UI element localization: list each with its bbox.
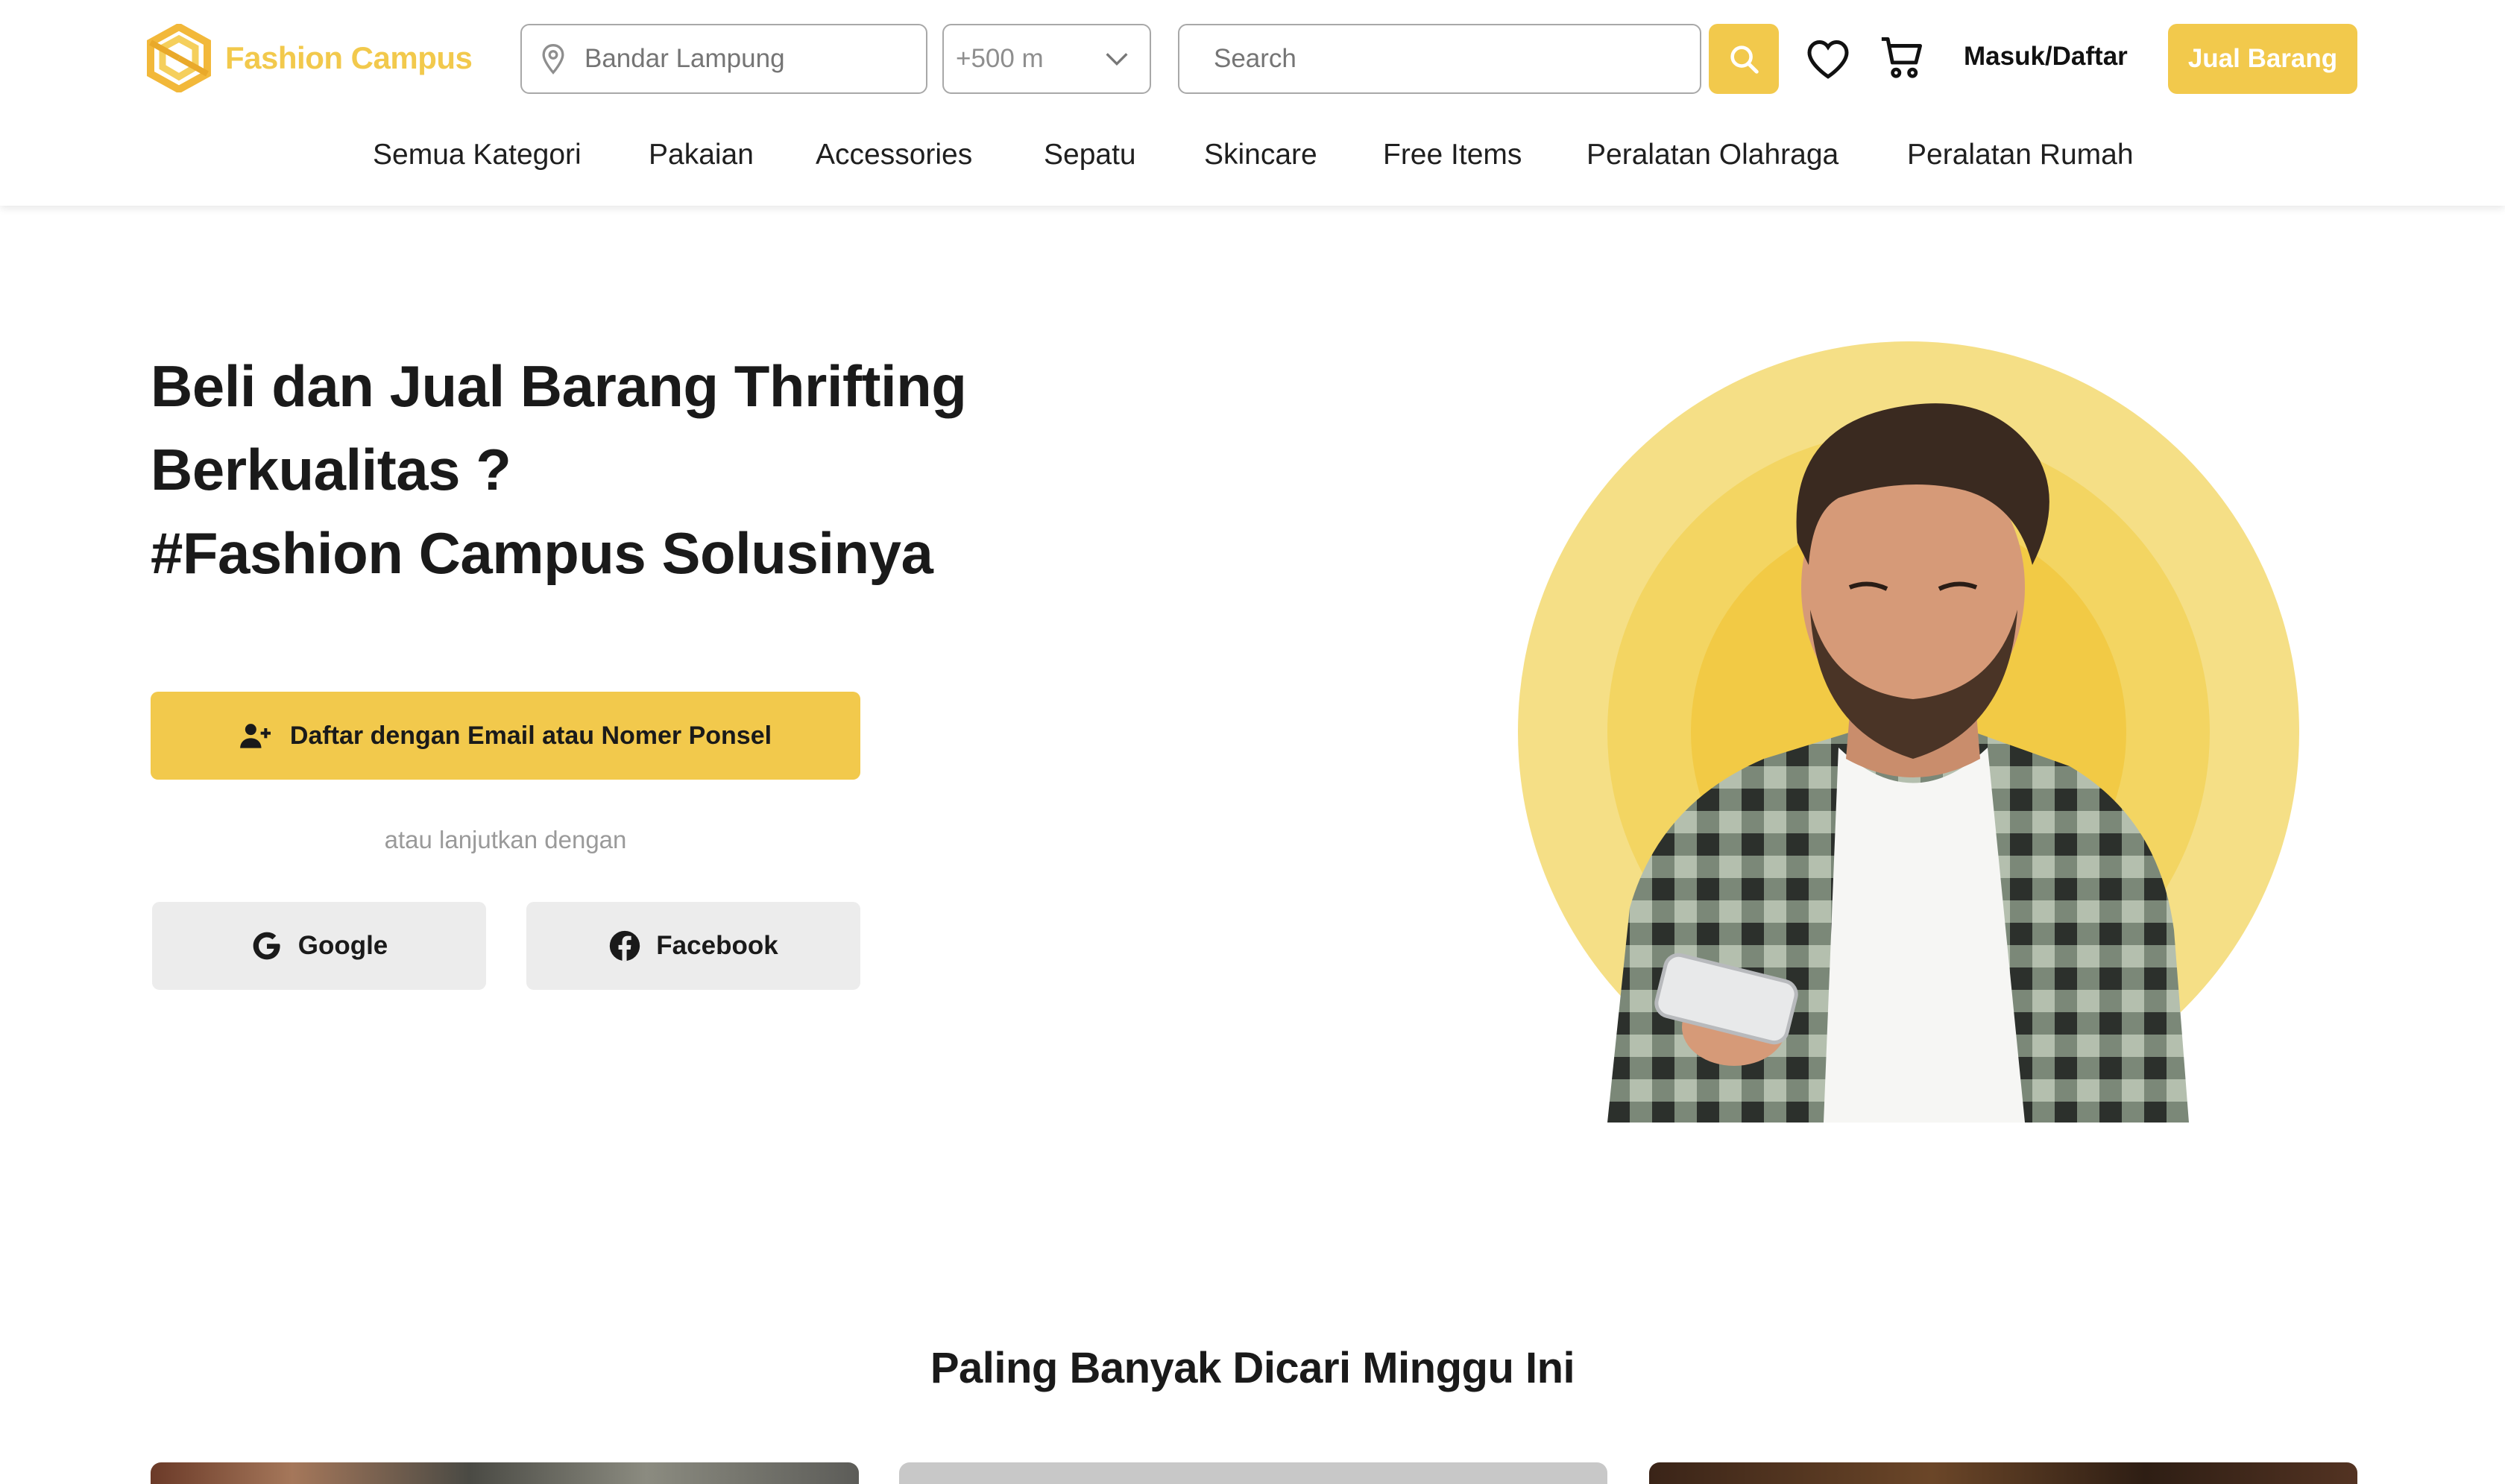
- brand-logo[interactable]: Fashion Campus: [146, 24, 473, 92]
- facebook-icon: [610, 930, 640, 962]
- location-field[interactable]: [520, 24, 927, 94]
- person-with-phone-image: [1607, 403, 2189, 1123]
- search-icon: [1730, 45, 1759, 74]
- product-card-image[interactable]: [1649, 1462, 2357, 1484]
- nav-item-skincare[interactable]: Skincare: [1204, 139, 1317, 171]
- hero-title: Beli dan Jual Barang Thrifting Berkualit…: [151, 344, 1194, 595]
- google-login-label: Google: [297, 931, 388, 960]
- category-nav: Semua Kategori Pakaian Accessories Sepat…: [0, 139, 2505, 174]
- cart-icon[interactable]: [1879, 34, 1925, 80]
- google-login-button[interactable]: Google: [152, 902, 486, 990]
- search-input[interactable]: [1214, 44, 1676, 74]
- brand-name: Fashion Campus: [225, 40, 473, 75]
- google-icon: [253, 932, 280, 960]
- search-button[interactable]: [1709, 24, 1779, 94]
- nav-item-peralatan-rumah[interactable]: Peralatan Rumah: [1907, 139, 2134, 171]
- nav-item-semua-kategori[interactable]: Semua Kategori: [373, 139, 582, 171]
- facebook-login-button[interactable]: Facebook: [526, 902, 860, 990]
- chevron-down-icon: [1106, 53, 1128, 66]
- nav-item-pakaian[interactable]: Pakaian: [649, 139, 754, 171]
- add-user-icon: [240, 724, 271, 748]
- search-field[interactable]: [1178, 24, 1701, 94]
- register-email-label: Daftar dengan Email atau Nomer Ponsel: [289, 721, 772, 750]
- hero-title-line-3: #Fashion Campus Solusinya: [151, 520, 933, 586]
- nav-item-sepatu[interactable]: Sepatu: [1044, 139, 1136, 171]
- range-value: +500 m: [956, 44, 1044, 73]
- location-input[interactable]: [584, 44, 898, 74]
- hero-illustration: [1518, 341, 2299, 1123]
- hero-title-line-2: Berkualitas ?: [151, 437, 511, 502]
- continue-with-text: atau lanjutkan dengan: [384, 826, 627, 853]
- hexagon-logo-icon: [147, 24, 211, 92]
- register-email-button[interactable]: Daftar dengan Email atau Nomer Ponsel: [151, 692, 860, 780]
- heart-icon[interactable]: [1806, 37, 1850, 80]
- login-link[interactable]: Masuk/Daftar: [1964, 42, 2128, 72]
- facebook-login-label: Facebook: [656, 931, 778, 960]
- product-card-image[interactable]: [899, 1462, 1607, 1484]
- location-pin-icon: [542, 44, 564, 75]
- nav-item-free-items[interactable]: Free Items: [1383, 139, 1522, 171]
- site-header: Fashion Campus +500 m Masuk/Daftar Jual …: [0, 0, 2505, 206]
- section-title: Paling Banyak Dicari Minggu Ini: [930, 1344, 1575, 1392]
- hero-title-line-1: Beli dan Jual Barang Thrifting: [151, 353, 967, 419]
- range-select[interactable]: +500 m: [942, 24, 1151, 94]
- nav-item-accessories[interactable]: Accessories: [816, 139, 972, 171]
- nav-item-peralatan-olahraga[interactable]: Peralatan Olahraga: [1586, 139, 1838, 171]
- sell-button[interactable]: Jual Barang: [2168, 24, 2357, 94]
- product-card-image[interactable]: [151, 1462, 859, 1484]
